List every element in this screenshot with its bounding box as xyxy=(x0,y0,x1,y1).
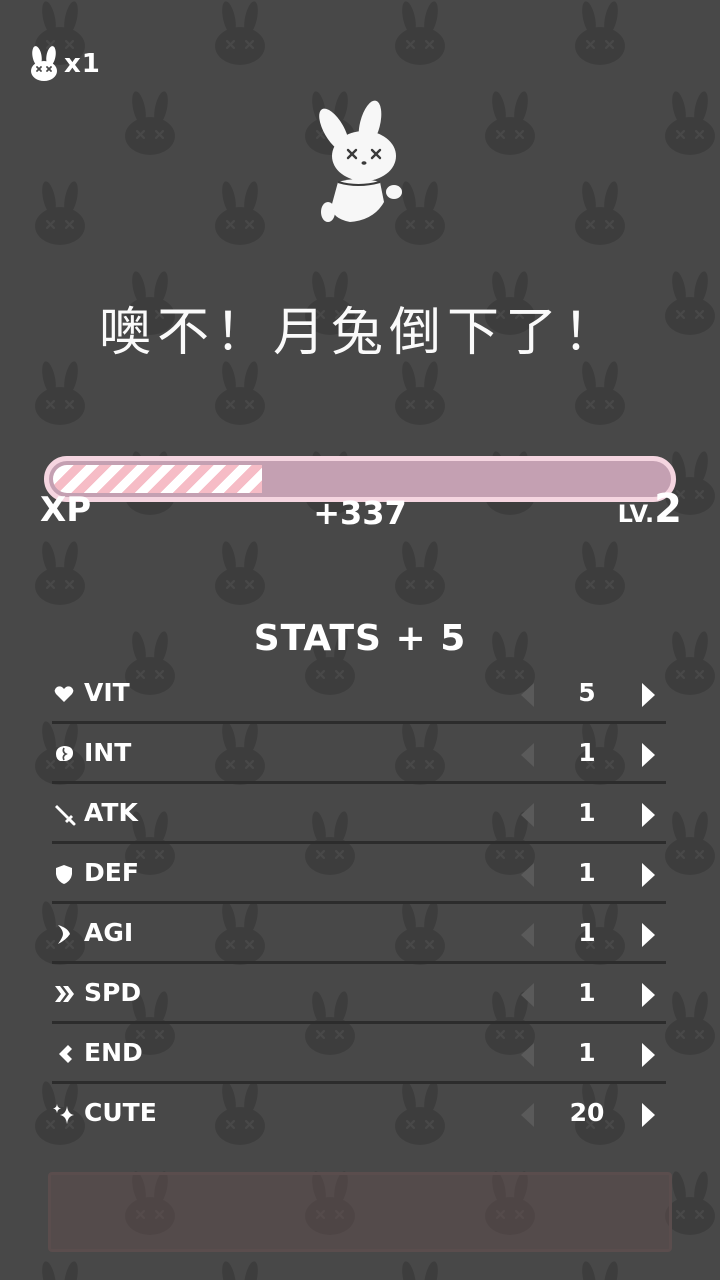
stat-row-spd: SPD 1 xyxy=(52,966,666,1024)
bunny-head-icon xyxy=(31,46,57,81)
game-over-screen: x1 噢不！月兔倒下了！ XP +337 LV. 2 STATS + 5 VIT… xyxy=(0,0,720,1280)
xp-progress-fill xyxy=(53,465,262,493)
stat-value: 1 xyxy=(578,738,596,767)
lives-count: x1 xyxy=(64,49,101,79)
lives-counter: x1 xyxy=(28,44,101,84)
stat-value: 1 xyxy=(578,798,596,827)
stat-name: DEF xyxy=(84,858,139,887)
stat-name: INT xyxy=(84,738,132,767)
sparkle-icon xyxy=(53,1104,74,1124)
stat-value: 1 xyxy=(578,1038,596,1067)
stat-row-cute: CUTE 20 xyxy=(52,1086,666,1144)
stat-name: VIT xyxy=(84,678,130,707)
heart-icon xyxy=(54,686,74,702)
level-prefix: LV. xyxy=(617,500,655,528)
defeat-message: 噢不！月兔倒下了！ xyxy=(98,303,621,363)
speed-icon xyxy=(55,986,74,1002)
stat-row-end: END 1 xyxy=(52,1026,666,1084)
increase-arrow-icon[interactable] xyxy=(640,741,658,769)
decrease-arrow-icon[interactable] xyxy=(518,801,536,829)
decrease-arrow-icon[interactable] xyxy=(518,1101,536,1129)
brain-icon xyxy=(56,746,73,761)
decrease-arrow-icon[interactable] xyxy=(518,1041,536,1069)
stat-row-vit: VIT 5 xyxy=(52,666,666,724)
level-display: LV. 2 xyxy=(618,486,682,532)
increase-arrow-icon[interactable] xyxy=(640,801,658,829)
increase-arrow-icon[interactable] xyxy=(640,981,658,1009)
increase-arrow-icon[interactable] xyxy=(640,861,658,889)
increase-arrow-icon[interactable] xyxy=(640,1101,658,1129)
stat-row-atk: ATK 1 xyxy=(52,786,666,844)
decrease-arrow-icon[interactable] xyxy=(518,921,536,949)
decrease-arrow-icon[interactable] xyxy=(518,741,536,769)
decrease-arrow-icon[interactable] xyxy=(518,861,536,889)
stat-name: SPD xyxy=(84,978,142,1007)
sword-icon xyxy=(55,805,76,826)
increase-arrow-icon[interactable] xyxy=(640,681,658,709)
stat-row-int: INT 1 xyxy=(52,726,666,784)
agility-icon xyxy=(58,925,70,944)
stat-value: 1 xyxy=(578,918,596,947)
decrease-arrow-icon[interactable] xyxy=(518,681,536,709)
decrease-arrow-icon[interactable] xyxy=(518,981,536,1009)
level-number: 2 xyxy=(654,486,682,532)
stat-name: END xyxy=(84,1038,143,1067)
defeated-rabbit-sprite xyxy=(319,100,402,222)
shield-icon xyxy=(56,865,72,884)
endurance-icon xyxy=(59,1045,72,1063)
stat-value: 20 xyxy=(569,1098,605,1127)
stat-row-agi: AGI 1 xyxy=(52,906,666,964)
stat-name: CUTE xyxy=(84,1098,157,1127)
stat-value: 1 xyxy=(578,858,596,887)
xp-gain: +337 xyxy=(313,494,407,532)
confirm-button-panel[interactable] xyxy=(48,1172,672,1252)
increase-arrow-icon[interactable] xyxy=(640,1041,658,1069)
stat-name: ATK xyxy=(84,798,138,827)
stat-row-def: DEF 1 xyxy=(52,846,666,904)
stat-name: AGI xyxy=(84,918,134,947)
stat-value: 5 xyxy=(578,678,596,707)
stat-value: 1 xyxy=(578,978,596,1007)
increase-arrow-icon[interactable] xyxy=(640,921,658,949)
stats-heading: STATS + 5 xyxy=(253,618,467,659)
